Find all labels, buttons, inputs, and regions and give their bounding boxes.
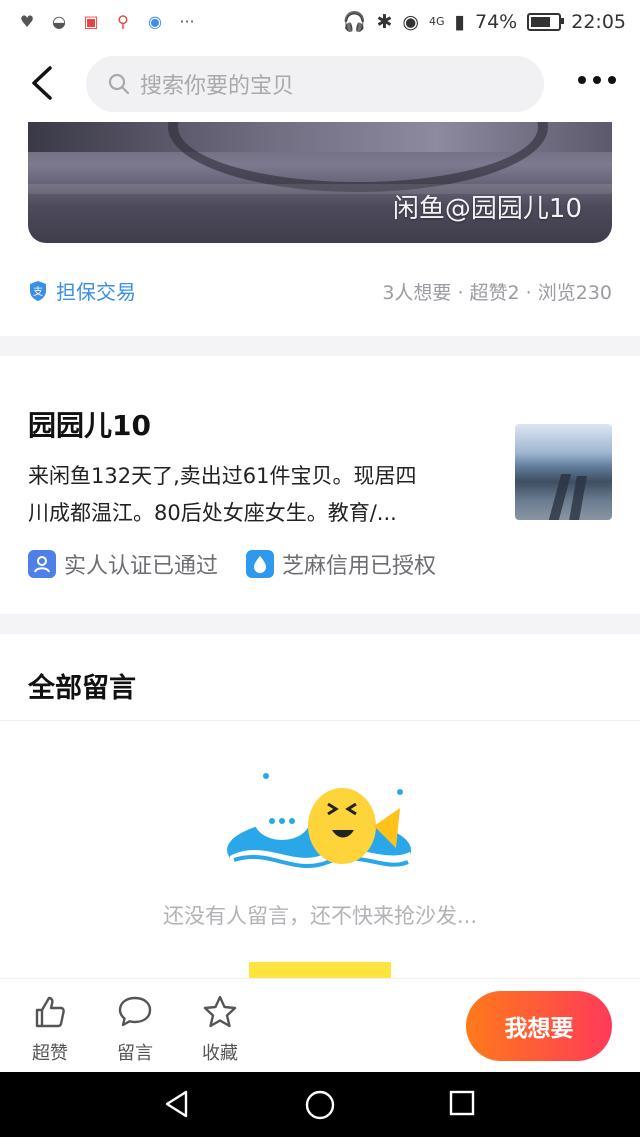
seller-bio-line: 川成都温江。80后处女座女生。教育/... <box>28 501 397 525</box>
guarantee-trade[interactable]: 支 担保交易 <box>28 276 136 305</box>
alipay-icon: ◉ <box>148 11 162 31</box>
system-icons: 🎧 ✱ ◉ 4G ▮ 74% 22:05 <box>342 10 626 34</box>
comments-title: 全部留言 <box>28 673 136 704</box>
favorite-label: 收藏 <box>202 1043 238 1064</box>
shield-icon: 支 <box>30 280 46 301</box>
empty-comments-illustration <box>227 773 411 886</box>
battery-icon <box>527 12 565 31</box>
back-arrow-icon[interactable] <box>26 62 62 104</box>
item-info-row: 支 担保交易 3人想要 · 超赞2 · 浏览230 <box>28 270 612 310</box>
heart-rate-icon: ♥ <box>19 11 35 31</box>
top-navigation: 搜索你要的宝贝 <box>0 44 640 122</box>
nav-back-icon[interactable] <box>162 1089 192 1119</box>
like-button[interactable]: 超赞 <box>20 993 80 1065</box>
zhima-credit-badge: 芝麻信用已授权 <box>246 548 436 580</box>
real-name-label: 实人认证已通过 <box>64 554 219 579</box>
section-divider <box>0 614 640 634</box>
thumbs-up-icon <box>35 996 65 1028</box>
zhima-icon <box>246 550 275 578</box>
more-options-icon[interactable] <box>578 76 616 84</box>
zhima-label: 芝麻信用已授权 <box>282 554 437 579</box>
map-pin-icon: ⚲ <box>117 11 129 31</box>
seller-bio: 来闲鱼132天了,卖出过61件宝贝。现居四 川成都温江。80后处女座女生。教育/… <box>28 458 480 532</box>
headset-icon: 🎧 <box>342 11 367 33</box>
signal-icon: ▮ <box>454 10 465 33</box>
seller-badges: 实人认证已通过 芝麻信用已授权 <box>28 548 436 580</box>
item-stats: 3人想要 · 超赞2 · 浏览230 <box>382 282 612 304</box>
want-button[interactable]: 我想要 <box>466 991 612 1061</box>
leave-comment-button[interactable] <box>249 962 391 978</box>
real-name-badge: 实人认证已通过 <box>28 548 218 580</box>
battery-level <box>531 16 551 27</box>
photo-watermark: 闲鱼@园园儿10 <box>392 194 582 224</box>
person-verified-icon <box>28 550 56 578</box>
comment-button[interactable]: 留言 <box>105 993 165 1065</box>
comments-divider <box>0 720 640 721</box>
seller-bio-line: 来闲鱼132天了,卖出过61件宝贝。现居四 <box>28 464 417 488</box>
guarantee-label: 担保交易 <box>56 280 136 304</box>
speech-bubble-icon <box>118 996 152 1027</box>
battery-percent: 74% <box>475 10 518 33</box>
star-icon <box>203 995 237 1028</box>
product-photo[interactable]: 闲鱼@园园儿10 <box>28 122 612 243</box>
comment-label: 留言 <box>117 1043 153 1064</box>
clock: 22:05 <box>571 10 626 33</box>
bottom-action-bar: 超赞 留言 收藏 我想要 <box>0 978 640 1073</box>
network-type: 4G <box>429 15 445 28</box>
status-bar: ♥ ◒ ▣ ⚲ ◉ ··· 🎧 ✱ ◉ 4G ▮ 74% 22:05 <box>0 0 640 44</box>
search-input[interactable]: 搜索你要的宝贝 <box>86 56 544 112</box>
search-placeholder: 搜索你要的宝贝 <box>140 74 295 99</box>
seller-name[interactable]: 园园儿10 <box>28 404 151 444</box>
seller-avatar[interactable] <box>515 424 612 520</box>
system-navigation-bar <box>0 1072 640 1137</box>
empty-comments-text: 还没有人留言，还不快来抢沙发... <box>162 904 478 928</box>
favorite-button[interactable]: 收藏 <box>190 993 250 1065</box>
search-icon <box>108 73 130 95</box>
notification-icons: ♥ ◒ ▣ ⚲ ◉ ··· <box>16 10 198 32</box>
calendar-icon: ▣ <box>83 11 99 31</box>
section-divider <box>0 336 640 356</box>
app-notification-icon: ◒ <box>52 11 66 31</box>
svg-text:支: 支 <box>33 286 43 298</box>
nav-home-icon[interactable] <box>304 1089 336 1121</box>
bluetooth-icon: ✱ <box>376 10 393 33</box>
eye-icon: ◉ <box>402 10 419 33</box>
like-label: 超赞 <box>32 1043 68 1064</box>
nav-recents-icon[interactable] <box>448 1089 476 1117</box>
more-notifications-icon: ··· <box>179 11 195 31</box>
